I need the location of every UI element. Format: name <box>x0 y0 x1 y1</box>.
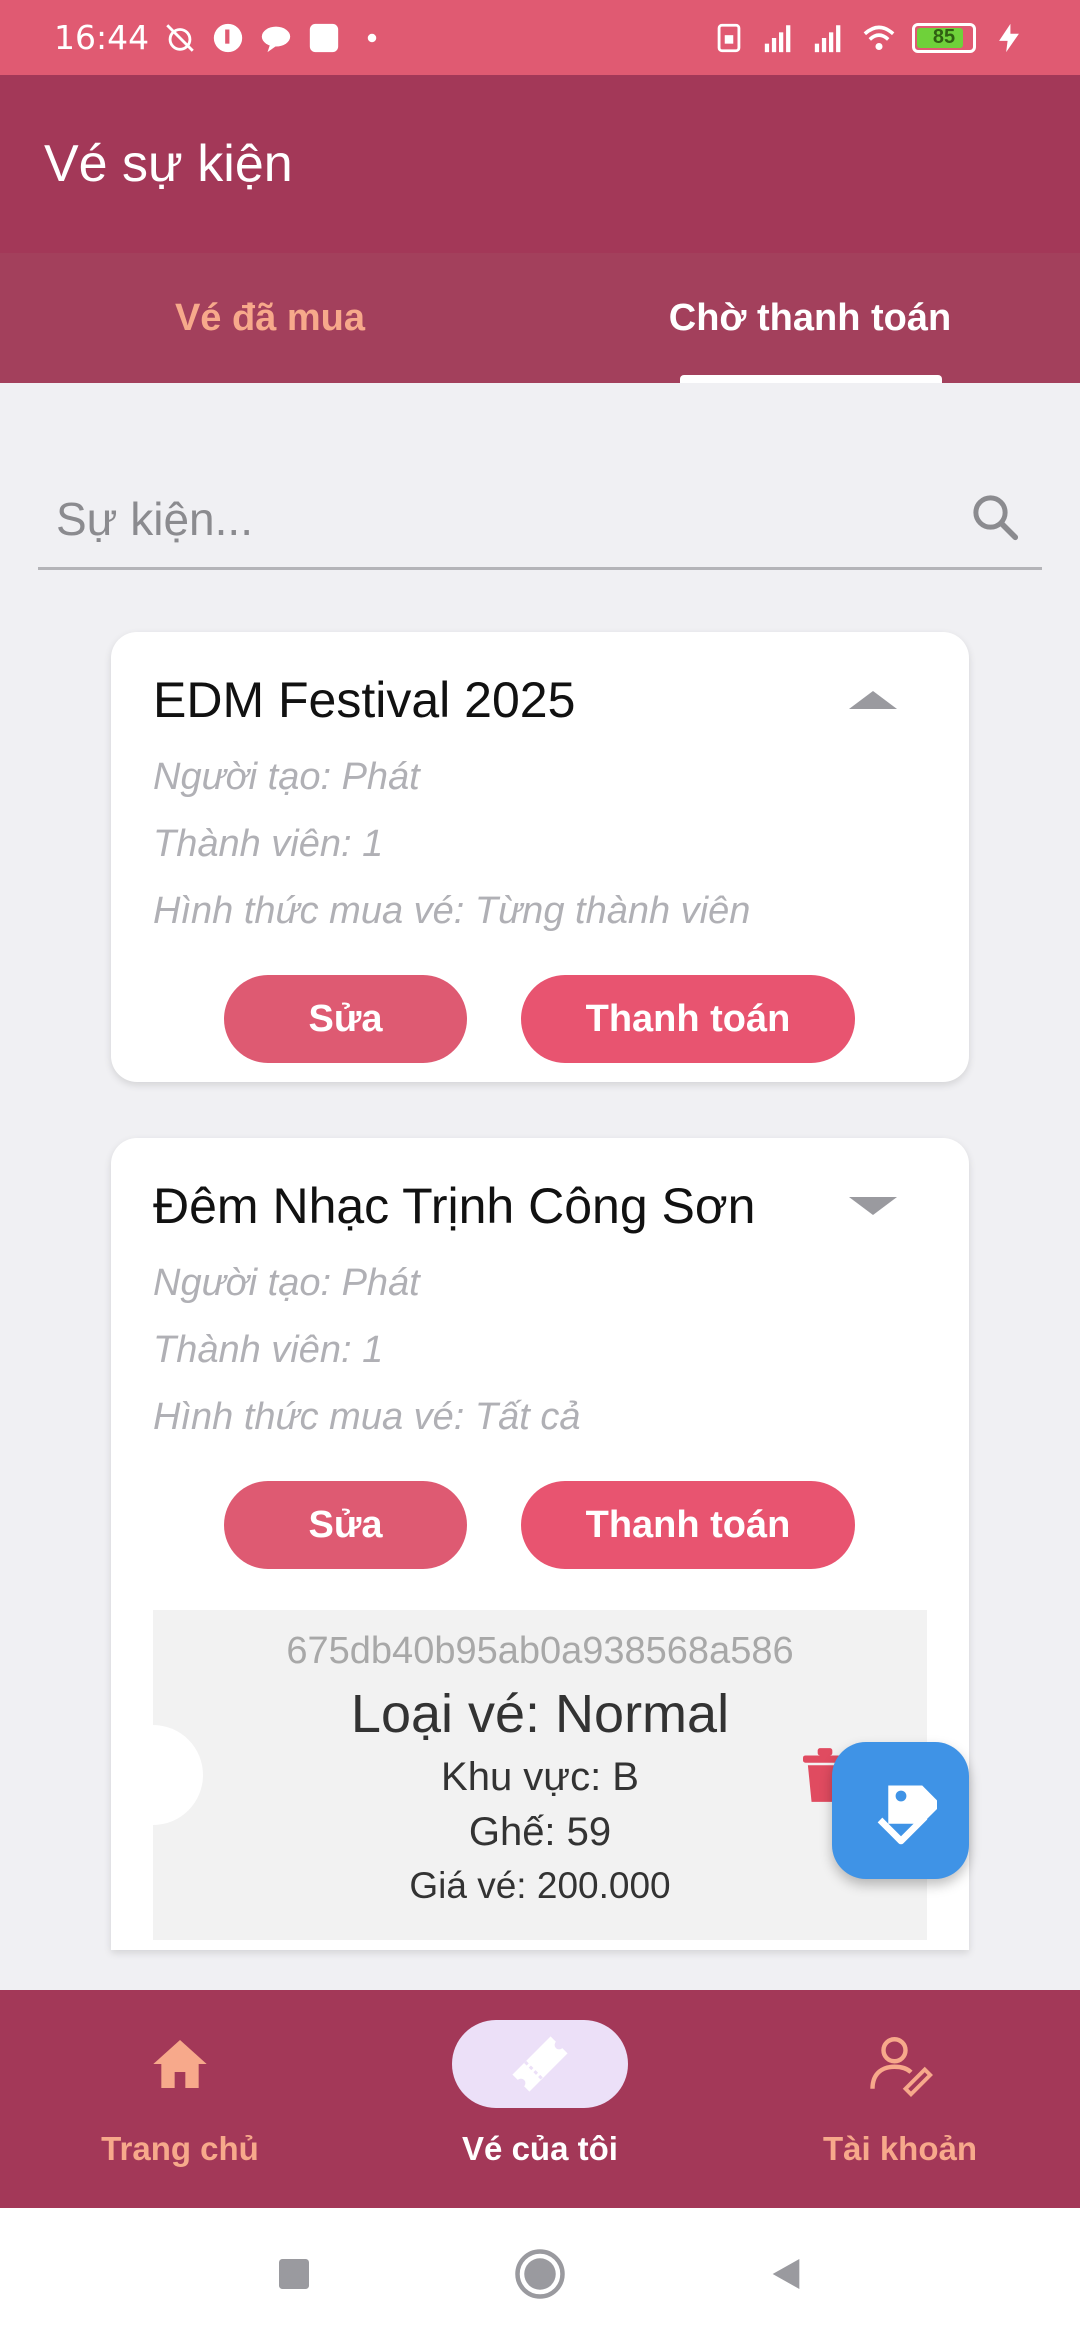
nav-item-account[interactable]: Tài khoản <box>720 1990 1080 2208</box>
circle-icon <box>515 2249 565 2299</box>
search-bar <box>38 470 1042 570</box>
ticket-type: Loại vé: Normal <box>350 1684 730 1744</box>
chevron-down-icon[interactable] <box>849 1197 897 1215</box>
square-icon <box>279 2259 309 2289</box>
edit-button[interactable]: Sửa <box>224 1481 467 1569</box>
chat-icon <box>261 26 291 52</box>
battery-level: 85 <box>932 26 956 48</box>
system-nav-bar <box>0 2208 1080 2340</box>
event-title: Đêm Nhạc Trịnh Công Sơn <box>153 1178 756 1234</box>
tab-pending-payment[interactable]: Chờ thanh toán <box>540 253 1080 383</box>
home-button[interactable] <box>417 2247 663 2301</box>
event-card: EDM Festival 2025 Người tạo: Phát Thành … <box>111 632 969 1082</box>
nav-label-account: Tài khoản <box>822 2130 978 2167</box>
nav-item-home[interactable]: Trang chủ <box>0 1990 360 2208</box>
event-members: Thành viên: 1 <box>153 1329 384 1371</box>
alarm-off-icon <box>166 23 194 52</box>
page-title: Vé sự kiện <box>44 135 293 193</box>
signal-icon <box>814 24 841 52</box>
tab-purchased-tickets[interactable]: Vé đã mua <box>0 253 540 383</box>
status-bar: 16:44 85 <box>0 0 1080 75</box>
ticket-item: 675db40b95ab0a938568a586 Loại vé: Normal… <box>111 1610 927 1940</box>
ticket-icon <box>512 2036 568 2092</box>
back-button[interactable] <box>663 2254 909 2294</box>
status-time: 16:44 <box>54 18 150 57</box>
messenger-icon <box>213 23 243 52</box>
event-creator: Người tạo: Phát <box>153 1262 420 1304</box>
nav-item-my-tickets[interactable]: Vé của tôi <box>360 1990 720 2208</box>
event-purchase-type: Hình thức mua vé: Từng thành viên <box>153 890 751 932</box>
pay-button[interactable]: Thanh toán <box>521 1481 855 1569</box>
dot-icon <box>367 33 377 42</box>
event-creator: Người tạo: Phát <box>153 756 420 798</box>
tag-fab-button[interactable] <box>832 1742 969 1879</box>
event-members: Thành viên: 1 <box>153 823 384 865</box>
tags-icon <box>877 1785 937 1844</box>
search-icon[interactable] <box>968 490 1022 544</box>
back-triangle-icon <box>772 2259 800 2289</box>
search-input[interactable] <box>38 491 938 546</box>
recents-button[interactable] <box>171 2254 417 2294</box>
edit-button[interactable]: Sửa <box>224 975 467 1063</box>
chevron-up-icon[interactable] <box>849 691 897 709</box>
bottom-nav: Trang chủ Vé của tôi Tài khoản <box>0 1990 1080 2208</box>
battery-icon: 85 <box>912 22 976 53</box>
event-title: EDM Festival 2025 <box>153 672 576 728</box>
account-icon <box>870 2037 933 2097</box>
app-bar: Vé sự kiện <box>0 75 1080 253</box>
signal-icon <box>764 24 791 52</box>
home-icon <box>153 2040 207 2088</box>
ticket-seat: Ghế: 59 <box>468 1810 612 1854</box>
pay-button[interactable]: Thanh toán <box>521 975 855 1063</box>
event-purchase-type: Hình thức mua vé: Tất cả <box>153 1396 581 1438</box>
tab-bar: Vé đã mua Chờ thanh toán <box>0 253 1080 383</box>
nav-label-home: Trang chủ <box>101 2130 259 2167</box>
sim-icon <box>717 23 741 52</box>
charging-icon <box>999 23 1019 52</box>
nav-label-my-tickets: Vé của tôi <box>462 2130 618 2167</box>
wifi-icon <box>863 25 895 50</box>
app-icon <box>309 23 339 52</box>
ticket-price: Giá vé: 200.000 <box>409 1865 671 1906</box>
ticket-id: 675db40b95ab0a938568a586 <box>286 1630 794 1672</box>
